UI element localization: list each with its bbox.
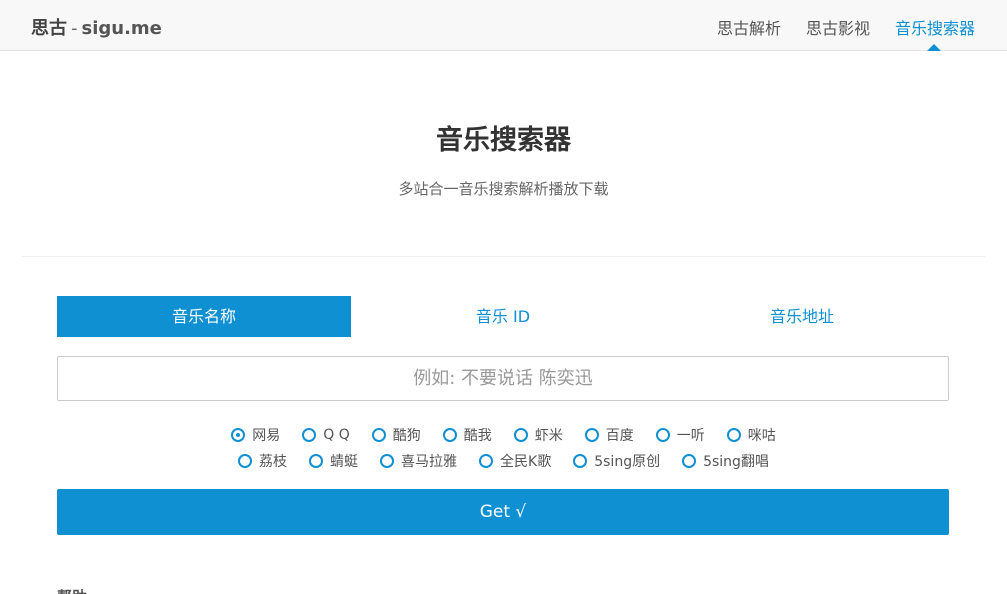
radio-unchecked-icon xyxy=(309,454,324,468)
tab-music-name[interactable]: 音乐名称 xyxy=(57,296,351,337)
section-divider xyxy=(22,256,985,257)
source-label: 一听 xyxy=(676,428,705,444)
source-radio-5sing-cover[interactable]: 5sing翻唱 xyxy=(682,452,769,470)
source-label: 5sing原创 xyxy=(594,454,661,470)
source-radio-netease[interactable]: 网易 xyxy=(231,426,280,444)
page-title: 音乐搜索器 xyxy=(436,125,571,156)
radio-unchecked-icon xyxy=(442,428,457,442)
radio-unchecked-icon xyxy=(302,428,317,442)
active-nav-caret-icon xyxy=(927,44,941,51)
source-radio-migu[interactable]: 咪咕 xyxy=(726,426,776,444)
source-label: 虾米 xyxy=(534,428,563,444)
brand-name: 思古 xyxy=(31,18,67,39)
help-heading: 帮助 xyxy=(57,586,87,594)
radio-unchecked-icon xyxy=(479,454,494,468)
source-label: 咪咕 xyxy=(747,428,776,444)
source-radio-qq[interactable]: Q Q xyxy=(302,426,350,444)
source-label: Q Q xyxy=(323,427,350,443)
nav-item-sigu-video[interactable]: 思古影视 xyxy=(806,15,870,39)
radio-checked-icon xyxy=(231,428,246,442)
top-navbar: 思古 - sigu.me 思古解析 思古影视 音乐搜索器 xyxy=(0,0,1007,51)
source-label: 蜻蜓 xyxy=(330,454,359,470)
radio-unchecked-icon xyxy=(682,454,697,468)
source-options-row-2: 荔枝 蜻蜓 喜马拉雅 全民K歌 5sing原创 5sing翻唱 xyxy=(0,452,1007,470)
source-label: 酷狗 xyxy=(392,428,421,444)
source-label: 喜马拉雅 xyxy=(401,454,458,470)
page-subtitle: 多站合一音乐搜索解析播放下载 xyxy=(398,180,609,198)
site-brand[interactable]: 思古 - sigu.me xyxy=(31,14,162,40)
tab-music-id[interactable]: 音乐 ID xyxy=(356,296,650,337)
source-radio-kugou[interactable]: 酷狗 xyxy=(371,426,421,444)
source-label: 5sing翻唱 xyxy=(703,454,769,470)
source-label: 全民K歌 xyxy=(500,454,552,470)
source-options-row-1: 网易 Q Q 酷狗 酷我 虾米 百度 一听 咪咕 xyxy=(0,426,1007,444)
radio-unchecked-icon xyxy=(371,428,386,442)
brand-domain: sigu.me xyxy=(81,18,162,39)
radio-unchecked-icon xyxy=(655,428,670,442)
source-radio-quanmin-kge[interactable]: 全民K歌 xyxy=(479,452,551,470)
source-radio-lizhi[interactable]: 荔枝 xyxy=(238,452,287,470)
source-radio-yiting[interactable]: 一听 xyxy=(655,426,705,444)
search-input[interactable] xyxy=(57,356,949,401)
source-radio-ximalaya[interactable]: 喜马拉雅 xyxy=(380,452,457,470)
source-radio-xiami[interactable]: 虾米 xyxy=(513,426,563,444)
get-button[interactable]: Get √ xyxy=(57,489,949,535)
nav-item-sigu-parse[interactable]: 思古解析 xyxy=(717,15,781,39)
search-type-tabs: 音乐名称 音乐 ID 音乐地址 xyxy=(57,296,949,337)
source-radio-baidu[interactable]: 百度 xyxy=(584,426,634,444)
source-label: 网易 xyxy=(252,428,281,444)
source-radio-qingting[interactable]: 蜻蜓 xyxy=(309,452,358,470)
nav-item-music-search[interactable]: 音乐搜索器 xyxy=(895,15,975,39)
source-radio-5sing-original[interactable]: 5sing原创 xyxy=(573,452,660,470)
tab-music-url[interactable]: 音乐地址 xyxy=(655,296,949,337)
radio-unchecked-icon xyxy=(238,454,253,468)
source-label: 百度 xyxy=(605,428,634,444)
radio-unchecked-icon xyxy=(573,454,588,468)
source-label: 酷我 xyxy=(463,428,492,444)
radio-unchecked-icon xyxy=(513,428,528,442)
radio-unchecked-icon xyxy=(380,454,395,468)
brand-separator: - xyxy=(71,18,78,39)
radio-unchecked-icon xyxy=(584,428,599,442)
source-label: 荔枝 xyxy=(259,454,288,470)
source-radio-kuwo[interactable]: 酷我 xyxy=(442,426,492,444)
radio-unchecked-icon xyxy=(726,428,741,442)
